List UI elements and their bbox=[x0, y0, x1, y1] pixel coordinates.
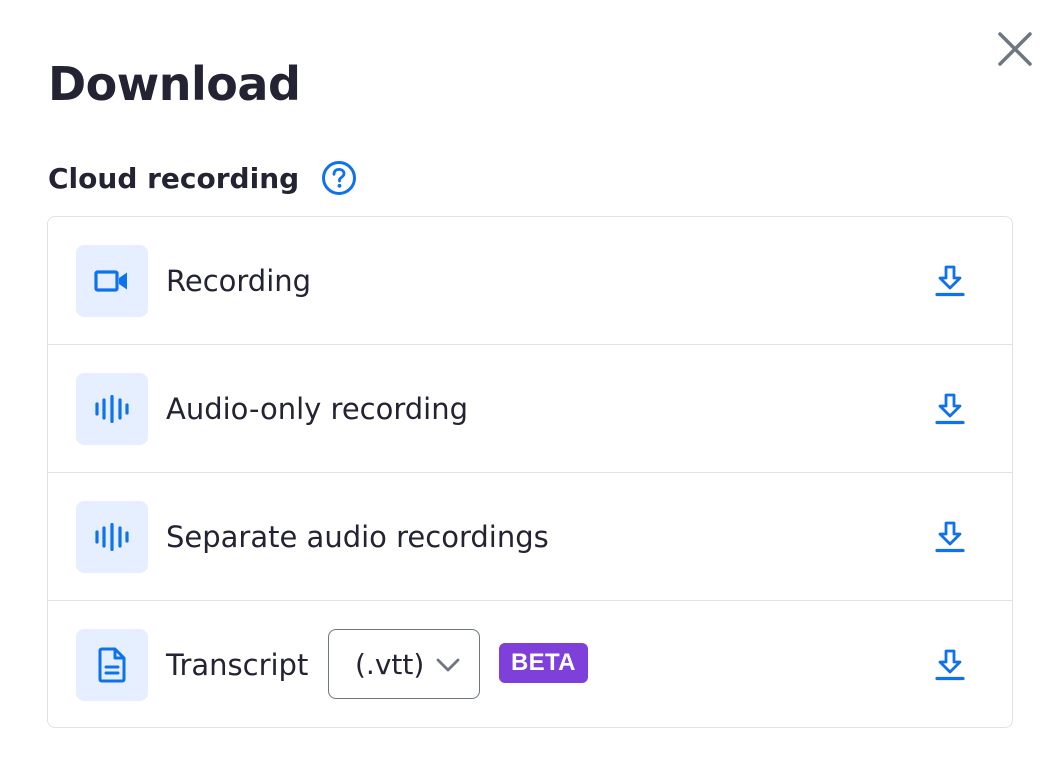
recording-label: Recording bbox=[166, 264, 312, 298]
beta-badge: BETA bbox=[499, 643, 588, 683]
download-transcript-button[interactable] bbox=[932, 647, 968, 683]
section-label: Cloud recording bbox=[48, 161, 300, 195]
audio-waveform-icon bbox=[76, 501, 148, 573]
close-icon bbox=[998, 32, 1032, 66]
format-value: (.vtt) bbox=[355, 647, 425, 681]
list-item-transcript: Transcript (.vtt) BETA bbox=[48, 601, 1012, 727]
audio-waveform-icon bbox=[76, 373, 148, 445]
separate-audio-label: Separate audio recordings bbox=[166, 520, 549, 554]
close-button[interactable] bbox=[994, 28, 1036, 70]
download-list: Recording Audio-only recording Separate … bbox=[47, 216, 1013, 728]
transcript-label: Transcript bbox=[166, 648, 309, 682]
list-item-recording: Recording bbox=[48, 217, 1012, 345]
download-separate-audio-button[interactable] bbox=[932, 519, 968, 555]
download-dialog: Download Cloud recording Recording Audio… bbox=[0, 0, 1056, 774]
video-camera-icon bbox=[76, 245, 148, 317]
section-header: Cloud recording bbox=[48, 158, 357, 198]
download-audio-only-button[interactable] bbox=[932, 391, 968, 427]
transcript-format-select[interactable]: (.vtt) bbox=[328, 629, 480, 699]
download-recording-button[interactable] bbox=[932, 263, 968, 299]
download-icon bbox=[935, 521, 965, 553]
download-icon bbox=[935, 649, 965, 681]
download-icon bbox=[935, 265, 965, 297]
chevron-down-icon bbox=[436, 658, 460, 672]
document-icon bbox=[76, 629, 148, 701]
dialog-title: Download bbox=[48, 57, 301, 111]
list-item-audio-only: Audio-only recording bbox=[48, 345, 1012, 473]
download-icon bbox=[935, 393, 965, 425]
list-item-separate-audio: Separate audio recordings bbox=[48, 473, 1012, 601]
help-icon[interactable] bbox=[321, 160, 357, 196]
audio-only-label: Audio-only recording bbox=[166, 392, 469, 426]
